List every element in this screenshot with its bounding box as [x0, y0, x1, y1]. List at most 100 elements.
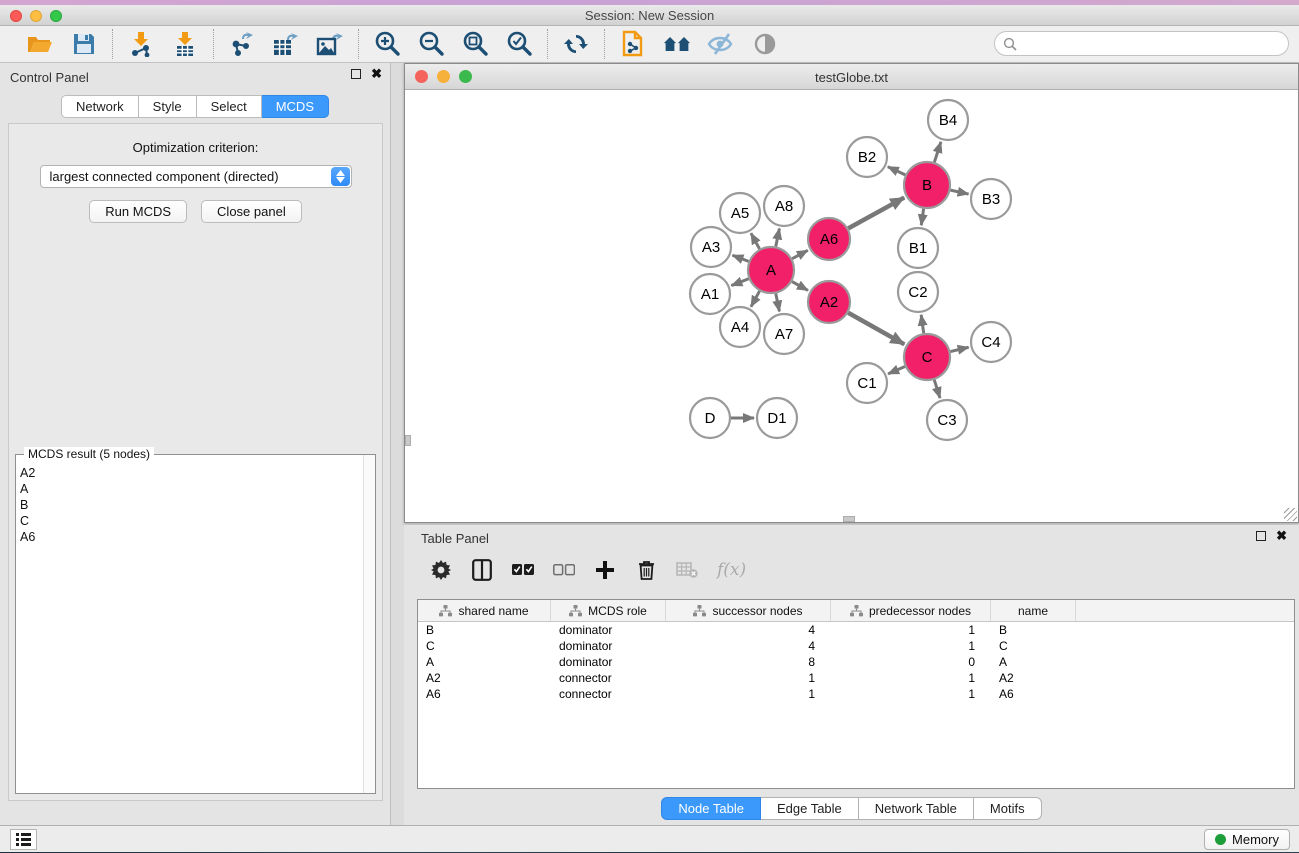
tab-select[interactable]: Select — [197, 95, 262, 118]
close-table-panel-icon[interactable]: ✖ — [1276, 531, 1287, 541]
table-row[interactable]: Cdominator41C — [418, 638, 1294, 654]
delete-table-icon[interactable] — [676, 559, 698, 581]
result-scrollbar[interactable] — [363, 455, 375, 793]
search-field[interactable] — [994, 31, 1289, 56]
node-C3[interactable]: C3 — [927, 400, 967, 440]
mcds-result-item[interactable]: C — [20, 513, 363, 529]
tab-edge-table[interactable]: Edge Table — [761, 797, 859, 820]
node-B4[interactable]: B4 — [928, 100, 968, 140]
edge-B-B2[interactable] — [888, 167, 905, 175]
task-history-button[interactable] — [10, 829, 37, 850]
table-row[interactable]: Bdominator41B — [418, 622, 1294, 638]
table-row[interactable]: A2connector11A2 — [418, 670, 1294, 686]
edge-A-A6[interactable] — [792, 250, 808, 258]
add-column-icon[interactable] — [594, 559, 616, 581]
edge-B-B4[interactable] — [934, 142, 941, 162]
function-builder-icon[interactable]: f(x) — [717, 559, 746, 581]
apply-layout-icon[interactable] — [562, 30, 590, 58]
node-B3[interactable]: B3 — [971, 179, 1011, 219]
edge-C-C1[interactable] — [888, 367, 905, 374]
node-B1[interactable]: B1 — [898, 228, 938, 268]
float-panel-icon[interactable] — [351, 69, 361, 79]
mcds-result-item[interactable]: A2 — [20, 465, 363, 481]
zoom-fit-icon[interactable] — [461, 30, 489, 58]
float-table-panel-icon[interactable] — [1256, 531, 1266, 541]
edge-C-C4[interactable] — [950, 347, 968, 351]
column-browser-icon[interactable] — [471, 559, 493, 581]
edge-B-B1[interactable] — [921, 209, 923, 225]
node-B[interactable]: B — [904, 162, 950, 208]
node-A6[interactable]: A6 — [808, 218, 850, 260]
zoom-out-icon[interactable] — [417, 30, 445, 58]
edge-A2-C[interactable] — [848, 313, 904, 345]
delete-column-trash-icon[interactable] — [635, 559, 657, 581]
node-A[interactable]: A — [748, 247, 794, 293]
tab-mcds[interactable]: MCDS — [262, 95, 329, 118]
close-panel-icon[interactable]: ✖ — [371, 69, 382, 79]
column-header-successor-nodes[interactable]: successor nodes — [666, 600, 831, 621]
mcds-result-item[interactable]: B — [20, 497, 363, 513]
node-A2[interactable]: A2 — [808, 281, 850, 323]
edge-A-A1[interactable] — [731, 279, 748, 286]
network-canvas[interactable]: B4 B2 B B3 B1 A5A8 A3 A6 A A1 C2 A4A7A2 C C1 C4C3 D D1 — [405, 90, 1298, 522]
clone-network-icon[interactable] — [619, 30, 647, 58]
node-A8[interactable]: A8 — [764, 186, 804, 226]
node-A1[interactable]: A1 — [690, 274, 730, 314]
node-C1[interactable]: C1 — [847, 363, 887, 403]
show-view-icon[interactable] — [751, 30, 779, 58]
home-reset-view-icon[interactable] — [663, 30, 691, 58]
edge-A-A8[interactable] — [776, 229, 780, 247]
hide-graphics-icon[interactable] — [707, 30, 735, 58]
node-C4[interactable]: C4 — [971, 322, 1011, 362]
import-table-icon[interactable] — [171, 30, 199, 58]
tab-motifs[interactable]: Motifs — [974, 797, 1042, 820]
node-B2[interactable]: B2 — [847, 137, 887, 177]
edge-C-C2[interactable] — [921, 315, 924, 333]
close-panel-button[interactable]: Close panel — [201, 200, 302, 223]
export-table-icon[interactable] — [272, 30, 300, 58]
node-D1[interactable]: D1 — [757, 398, 797, 438]
memory-button[interactable]: Memory — [1204, 829, 1290, 850]
mcds-result-item[interactable]: A6 — [20, 529, 363, 545]
column-header-name[interactable]: name — [991, 600, 1076, 621]
mcds-result-item[interactable]: A — [20, 481, 363, 497]
criterion-dropdown[interactable]: largest connected component (directed) — [40, 165, 352, 188]
tab-network-table[interactable]: Network Table — [859, 797, 974, 820]
node-C[interactable]: C — [904, 334, 950, 380]
edge-A-A3[interactable] — [732, 255, 748, 261]
edge-A-A5[interactable] — [751, 233, 760, 249]
edge-A6-B[interactable] — [848, 198, 904, 229]
zoom-in-icon[interactable] — [373, 30, 401, 58]
window-resize-grip[interactable] — [1284, 508, 1297, 521]
select-all-rows-icon[interactable] — [512, 559, 534, 581]
node-D[interactable]: D — [690, 398, 730, 438]
edge-A-A4[interactable] — [751, 291, 760, 307]
horizontal-scroll-thumb[interactable] — [843, 516, 855, 522]
node-A3[interactable]: A3 — [691, 227, 731, 267]
zoom-selected-icon[interactable] — [505, 30, 533, 58]
node-A4[interactable]: A4 — [720, 307, 760, 347]
edge-C-C3[interactable] — [934, 380, 940, 398]
run-mcds-button[interactable]: Run MCDS — [89, 200, 187, 223]
node-A7[interactable]: A7 — [764, 314, 804, 354]
mcds-result-list[interactable]: A2ABCA6 — [16, 459, 363, 793]
open-session-icon[interactable] — [26, 30, 54, 58]
edge-A-A2[interactable] — [792, 282, 808, 291]
edge-B-B3[interactable] — [950, 190, 968, 194]
export-network-icon[interactable] — [228, 30, 256, 58]
node-C2[interactable]: C2 — [898, 272, 938, 312]
import-network-icon[interactable] — [127, 30, 155, 58]
search-input[interactable] — [1017, 34, 1288, 54]
deselect-all-rows-icon[interactable] — [553, 559, 575, 581]
column-header-predecessor-nodes[interactable]: predecessor nodes — [831, 600, 991, 621]
column-header-shared-name[interactable]: shared name — [418, 600, 551, 621]
vertical-scroll-thumb[interactable] — [405, 435, 411, 446]
export-image-icon[interactable] — [316, 30, 344, 58]
save-session-icon[interactable] — [70, 30, 98, 58]
table-settings-gear-icon[interactable] — [430, 559, 452, 581]
tab-style[interactable]: Style — [139, 95, 197, 118]
tab-node-table[interactable]: Node Table — [661, 797, 761, 820]
node-A5[interactable]: A5 — [720, 193, 760, 233]
tab-network[interactable]: Network — [61, 95, 139, 118]
table-row[interactable]: Adominator80A — [418, 654, 1294, 670]
